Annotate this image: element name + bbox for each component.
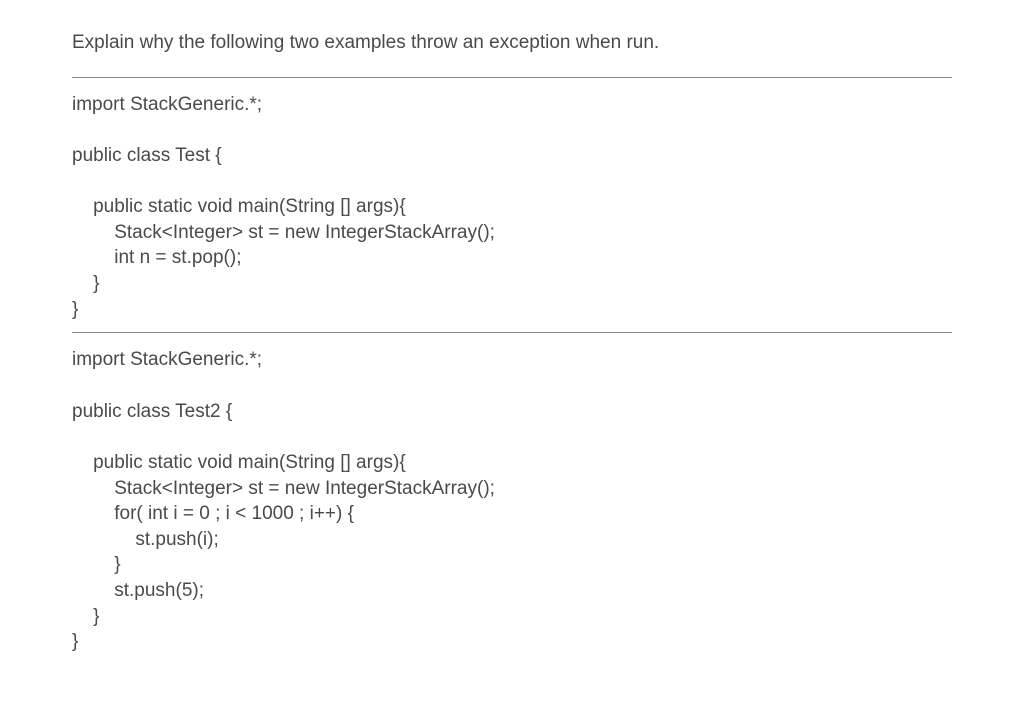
question-text: Explain why the following two examples t… (72, 30, 952, 57)
code-example-1: import StackGeneric.*; public class Test… (72, 92, 952, 323)
divider-2 (72, 332, 952, 333)
divider-1 (72, 77, 952, 78)
code-example-2: import StackGeneric.*; public class Test… (72, 347, 952, 655)
